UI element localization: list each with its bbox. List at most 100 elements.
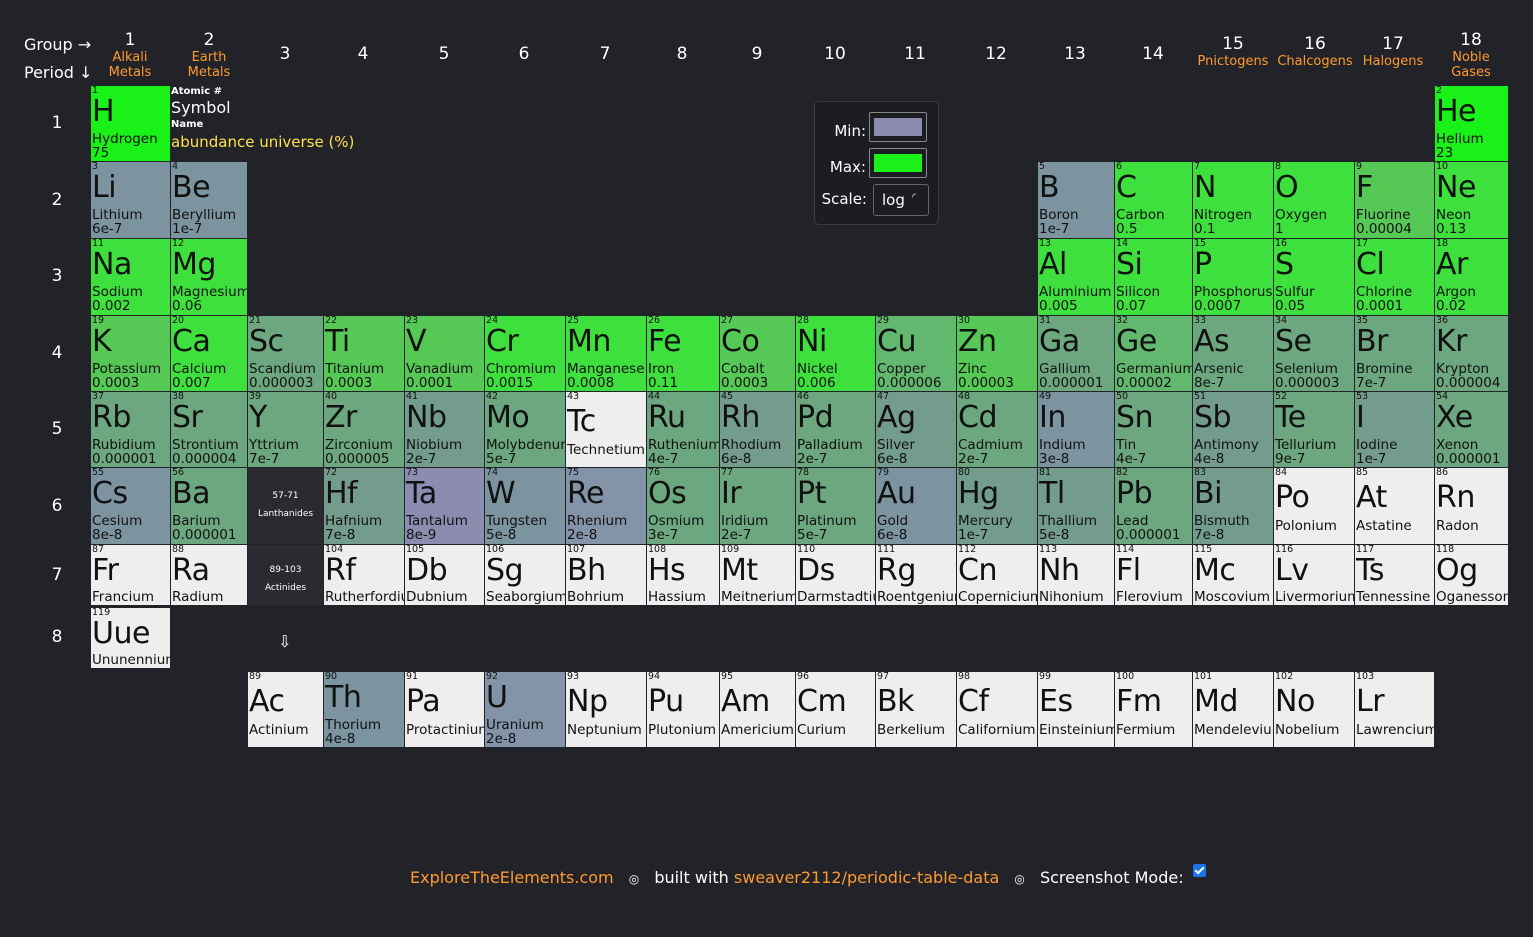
element-cell-mt[interactable]: 109 Mt Meitnerium xyxy=(720,545,795,605)
element-cell-ca[interactable]: 20 Ca Calcium 0.007 xyxy=(171,316,247,391)
element-cell-cl[interactable]: 17 Cl Chlorine 0.0001 xyxy=(1355,239,1434,315)
element-cell-re[interactable]: 75 Re Rhenium 2e-8 xyxy=(566,468,646,544)
element-cell-ir[interactable]: 77 Ir Iridium 2e-7 xyxy=(720,468,795,544)
element-cell-pu[interactable]: 94 Pu Plutonium xyxy=(647,672,719,747)
element-cell-w[interactable]: 74 W Tungsten 5e-8 xyxy=(485,468,565,544)
screenshot-mode-checkbox[interactable] xyxy=(1192,864,1206,877)
element-cell-nb[interactable]: 41 Nb Niobium 2e-7 xyxy=(405,392,484,467)
element-cell-mc[interactable]: 115 Mc Moscovium xyxy=(1193,545,1273,605)
element-cell-ru[interactable]: 44 Ru Ruthenium 4e-7 xyxy=(647,392,719,467)
element-cell-md[interactable]: 101 Md Mendelevium xyxy=(1193,672,1273,747)
element-cell-te[interactable]: 52 Te Tellurium 9e-7 xyxy=(1274,392,1354,467)
element-cell-nh[interactable]: 113 Nh Nihonium xyxy=(1038,545,1114,605)
element-cell-f[interactable]: 9 F Fluorine 0.00004 xyxy=(1355,162,1434,238)
element-cell-uue[interactable]: 119 Uue Ununennium xyxy=(91,608,170,668)
element-cell-es[interactable]: 99 Es Einsteinium xyxy=(1038,672,1114,747)
element-cell-no[interactable]: 102 No Nobelium xyxy=(1274,672,1354,747)
element-cell-y[interactable]: 39 Y Yttrium 7e-7 xyxy=(248,392,323,467)
element-cell-bk[interactable]: 97 Bk Berkelium xyxy=(876,672,956,747)
element-cell-hf[interactable]: 72 Hf Hafnium 7e-8 xyxy=(324,468,404,544)
element-cell-rh[interactable]: 45 Rh Rhodium 6e-8 xyxy=(720,392,795,467)
element-cell-si[interactable]: 14 Si Silicon 0.07 xyxy=(1115,239,1192,315)
element-cell-ge[interactable]: 32 Ge Germanium 0.00002 xyxy=(1115,316,1192,391)
site-link[interactable]: ExploreTheElements.com xyxy=(410,868,614,887)
element-cell-pa[interactable]: 91 Pa Protactinium xyxy=(405,672,484,747)
element-cell-li[interactable]: 3 Li Lithium 6e-7 xyxy=(91,162,170,238)
element-cell-cn[interactable]: 112 Cn Copernicium xyxy=(957,545,1037,605)
element-cell-v[interactable]: 23 V Vanadium 0.0001 xyxy=(405,316,484,391)
element-cell-sb[interactable]: 51 Sb Antimony 4e-8 xyxy=(1193,392,1273,467)
element-cell-se[interactable]: 34 Se Selenium 0.000003 xyxy=(1274,316,1354,391)
element-cell-zn[interactable]: 30 Zn Zinc 0.00003 xyxy=(957,316,1037,391)
element-cell-ti[interactable]: 22 Ti Titanium 0.0003 xyxy=(324,316,404,391)
element-cell-rg[interactable]: 111RgRoentgenium xyxy=(876,545,956,605)
element-cell-sg[interactable]: 106 Sg Seaborgium xyxy=(485,545,565,605)
element-cell-fl[interactable]: 114 Fl Flerovium xyxy=(1115,545,1192,605)
element-cell-fr[interactable]: 87 Fr Francium xyxy=(91,545,170,605)
element-cell-fm[interactable]: 100 Fm Fermium xyxy=(1115,672,1192,747)
element-cell-ar[interactable]: 18 Ar Argon 0.02 xyxy=(1435,239,1508,315)
element-cell-fe[interactable]: 26 Fe Iron 0.11 xyxy=(647,316,719,391)
element-cell-sr[interactable]: 38 Sr Strontium 0.000004 xyxy=(171,392,247,467)
element-cell-s[interactable]: 16 S Sulfur 0.05 xyxy=(1274,239,1354,315)
element-cell-ag[interactable]: 47 Ag Silver 6e-8 xyxy=(876,392,956,467)
element-cell-sn[interactable]: 50 Sn Tin 4e-7 xyxy=(1115,392,1192,467)
element-cell-kr[interactable]: 36 Kr Krypton 0.000004 xyxy=(1435,316,1508,391)
element-cell-am[interactable]: 95 Am Americium xyxy=(720,672,795,747)
element-cell-hs[interactable]: 108 Hs Hassium xyxy=(647,545,719,605)
element-cell-db[interactable]: 105 Db Dubnium xyxy=(405,545,484,605)
element-cell-np[interactable]: 93 Np Neptunium xyxy=(566,672,646,747)
element-cell-ra[interactable]: 88 Ra Radium xyxy=(171,545,247,605)
element-cell-k[interactable]: 19 K Potassium 0.0003 xyxy=(91,316,170,391)
element-cell-lv[interactable]: 116 Lv Livermorium xyxy=(1274,545,1354,605)
element-cell-th[interactable]: 90 Th Thorium 4e-8 xyxy=(324,672,404,747)
element-cell-as[interactable]: 33 As Arsenic 8e-7 xyxy=(1193,316,1273,391)
element-cell-pb[interactable]: 82 Pb Lead 0.000001 xyxy=(1115,468,1192,544)
element-cell-au[interactable]: 79 Au Gold 6e-8 xyxy=(876,468,956,544)
element-cell-rf[interactable]: 104RfRutherfordium xyxy=(324,545,404,605)
element-cell-be[interactable]: 4 Be Beryllium 1e-7 xyxy=(171,162,247,238)
element-cell-xe[interactable]: 54 Xe Xenon 0.000001 xyxy=(1435,392,1508,467)
element-cell-co[interactable]: 27 Co Cobalt 0.0003 xyxy=(720,316,795,391)
element-cell-cs[interactable]: 55 Cs Cesium 8e-8 xyxy=(91,468,170,544)
element-cell-po[interactable]: 84 Po Polonium xyxy=(1274,468,1354,544)
element-cell-tl[interactable]: 81 Tl Thallium 5e-8 xyxy=(1038,468,1114,544)
element-cell-in[interactable]: 49 In Indium 3e-8 xyxy=(1038,392,1114,467)
element-cell-ds[interactable]: 110DsDarmstadtium xyxy=(796,545,875,605)
element-cell-cd[interactable]: 48 Cd Cadmium 2e-7 xyxy=(957,392,1037,467)
element-cell-c[interactable]: 6 C Carbon 0.5 xyxy=(1115,162,1192,238)
element-cell-pt[interactable]: 78 Pt Platinum 5e-7 xyxy=(796,468,875,544)
element-cell-mg[interactable]: 12 Mg Magnesium 0.06 xyxy=(171,239,247,315)
element-cell-u[interactable]: 92 U Uranium 2e-8 xyxy=(485,672,565,747)
element-cell-mo[interactable]: 42 Mo Molybdenum 5e-7 xyxy=(485,392,565,467)
element-cell-cu[interactable]: 29 Cu Copper 0.000006 xyxy=(876,316,956,391)
element-cell-sc[interactable]: 21 Sc Scandium 0.000003 xyxy=(248,316,323,391)
element-cell-ni[interactable]: 28 Ni Nickel 0.006 xyxy=(796,316,875,391)
element-cell-ta[interactable]: 73 Ta Tantalum 8e-9 xyxy=(405,468,484,544)
element-cell-zr[interactable]: 40 Zr Zirconium 0.000005 xyxy=(324,392,404,467)
lanthanides-placeholder[interactable]: 57-71 Lanthanides xyxy=(248,468,323,544)
element-cell-ac[interactable]: 89 Ac Actinium xyxy=(248,672,323,747)
element-cell-rn[interactable]: 86 Rn Radon xyxy=(1435,468,1508,544)
scale-select[interactable]: log ◜ xyxy=(873,184,929,216)
element-cell-p[interactable]: 15 P Phosphorus 0.0007 xyxy=(1193,239,1273,315)
element-cell-og[interactable]: 118 Og Oganesson xyxy=(1435,545,1508,605)
element-cell-bi[interactable]: 83 Bi Bismuth 7e-8 xyxy=(1193,468,1273,544)
min-color-picker[interactable] xyxy=(869,112,927,142)
element-cell-tc[interactable]: 43 Tc Technetium xyxy=(566,392,646,467)
element-cell-pd[interactable]: 46 Pd Palladium 2e-7 xyxy=(796,392,875,467)
element-cell-o[interactable]: 8 O Oxygen 1 xyxy=(1274,162,1354,238)
element-cell-he[interactable]: 2 He Helium 23 xyxy=(1435,86,1508,161)
element-cell-h[interactable]: 1 H Hydrogen 75 xyxy=(91,86,170,161)
element-cell-cf[interactable]: 98 Cf Californium xyxy=(957,672,1037,747)
element-cell-hg[interactable]: 80 Hg Mercury 1e-7 xyxy=(957,468,1037,544)
element-cell-br[interactable]: 35 Br Bromine 7e-7 xyxy=(1355,316,1434,391)
element-cell-al[interactable]: 13 Al Aluminium 0.005 xyxy=(1038,239,1114,315)
element-cell-cr[interactable]: 24 Cr Chromium 0.0015 xyxy=(485,316,565,391)
max-color-picker[interactable] xyxy=(869,148,927,178)
element-cell-na[interactable]: 11 Na Sodium 0.002 xyxy=(91,239,170,315)
element-cell-b[interactable]: 5 B Boron 1e-7 xyxy=(1038,162,1114,238)
element-cell-ba[interactable]: 56 Ba Barium 0.000001 xyxy=(171,468,247,544)
element-cell-cm[interactable]: 96 Cm Curium xyxy=(796,672,875,747)
element-cell-os[interactable]: 76 Os Osmium 3e-7 xyxy=(647,468,719,544)
